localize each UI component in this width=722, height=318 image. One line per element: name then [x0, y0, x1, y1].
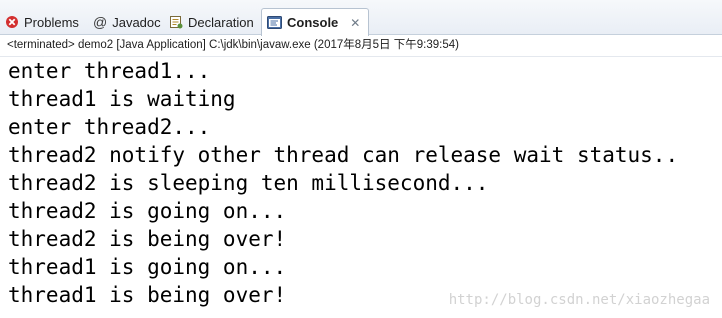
- tab-label: Console: [287, 15, 339, 30]
- tab-console[interactable]: Console ✕: [261, 8, 370, 36]
- console-line: thread2 notify other thread can release …: [8, 143, 679, 167]
- tab-label: Problems: [24, 14, 79, 30]
- javadoc-icon: @: [93, 14, 108, 30]
- console-line: thread2 is being over!: [8, 227, 287, 251]
- console-line: enter thread2...: [8, 115, 211, 139]
- tab-problems[interactable]: Problems: [5, 9, 79, 35]
- tab-javadoc[interactable]: @ Javadoc: [93, 9, 161, 35]
- tab-label: Javadoc: [112, 14, 161, 30]
- declaration-icon: [169, 15, 183, 29]
- watermark: http://blog.csdn.net/xiaozhegaa: [448, 292, 710, 308]
- console-line: thread2 is sleeping ten millisecond...: [8, 171, 489, 195]
- view-tab-bar: Problems @ Javadoc Declaration Console ✕: [0, 0, 722, 36]
- problems-icon: [5, 15, 19, 29]
- launch-status-line: <terminated> demo2 [Java Application] C:…: [0, 35, 722, 57]
- console-icon: [267, 16, 282, 29]
- console-line: thread2 is going on...: [8, 199, 287, 223]
- console-line: thread1 is going on...: [8, 255, 287, 279]
- close-icon[interactable]: ✕: [350, 16, 360, 30]
- tab-declaration[interactable]: Declaration: [169, 9, 254, 35]
- console-output[interactable]: enter thread1... thread1 is waiting ente…: [8, 57, 722, 318]
- console-line: thread1 is waiting: [8, 87, 236, 111]
- console-line: enter thread1...: [8, 59, 211, 83]
- tab-label: Declaration: [188, 14, 254, 30]
